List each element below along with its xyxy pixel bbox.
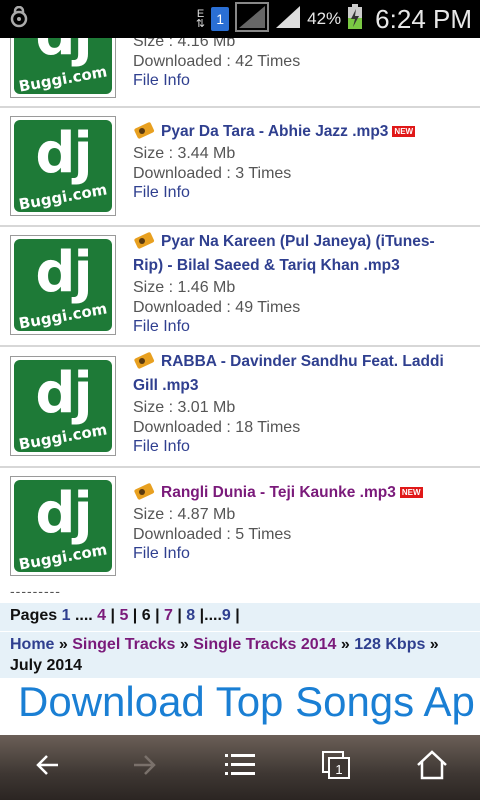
divider-dashes: --------- [10,583,61,599]
track-title-link[interactable]: RABBA - Davinder Sandhu Feat. Laddi Gill… [133,350,463,398]
ad-banner-text[interactable]: Download Top Songs Ap [18,678,475,726]
clock: 6:24 PM [375,3,472,34]
file-info-link[interactable]: File Info [133,437,463,457]
pages-label: Pages [10,607,58,624]
breadcrumb: Home » Singel Tracks » Single Tracks 201… [0,632,480,678]
file-info-link[interactable]: File Info [133,71,463,91]
track-downloads: Downloaded : 3 Times [133,164,292,182]
track-info: Pyar Da Tara - Abhie Jazz .mp3 NEW Size :… [133,120,463,203]
mp3-icon [133,351,155,369]
track-list: dj Buggi.com Size : 4.16 Mb Downloaded :… [0,38,480,735]
djbuggi-logo: dj Buggi.com [14,120,112,212]
pagination: Pages 1 .... 4 | 5 | 6 | 7 | 8 |....9 | [0,603,480,631]
page-link-4[interactable]: 4 [97,607,106,624]
mp3-icon [133,231,155,249]
track-info: Pyar Na Kareen (Pul Janeya) (iTunes-Rip)… [133,230,463,337]
page-link-7[interactable]: 7 [164,607,173,624]
file-info-link[interactable]: File Info [133,317,463,337]
arrow-right-icon [130,751,158,784]
tabs-icon: 1 [321,750,351,785]
track-size: Size : 4.87 Mb [133,506,236,523]
breadcrumb-128-kbps[interactable]: 128 Kbps [354,636,425,653]
mp3-icon [133,482,155,500]
page-link-5[interactable]: 5 [119,607,128,624]
djbuggi-logo: dj Buggi.com [14,480,112,572]
track-downloads: Downloaded : 18 Times [133,418,301,436]
back-button[interactable] [0,735,96,800]
row-divider [0,106,480,108]
page-link-8[interactable]: 8 [186,607,195,624]
track-title-link[interactable]: Rangli Dunia - Teji Kaunke .mp3 NEW [133,481,463,505]
track-thumbnail[interactable]: dj Buggi.com [10,235,116,335]
sim-icon: 1 [211,7,230,31]
djbuggi-logo: dj Buggi.com [14,239,112,331]
list-menu-icon [225,752,255,783]
track-thumbnail[interactable]: dj Buggi.com [10,38,116,98]
page-current: 6 [141,607,151,624]
pages-ellipsis: .... [204,607,222,624]
track-downloads: Downloaded : 49 Times [133,298,301,316]
cell-signal-icon [275,5,301,34]
battery-charging-icon [347,3,363,35]
track-size: Size : 4.16 Mb [133,38,236,50]
breadcrumb-current: July 2014 [10,657,83,674]
mp3-icon [133,121,155,139]
breadcrumb-home[interactable]: Home [10,636,54,653]
row-divider [0,466,480,468]
track-size: Size : 1.46 Mb [133,279,236,296]
browser-nav-bar: 1 [0,735,480,800]
page-link-1[interactable]: 1 [62,607,71,624]
track-downloads: Downloaded : 42 Times [133,52,301,70]
track-thumbnail[interactable]: dj Buggi.com [10,476,116,576]
wifi-signal-icon [235,1,270,37]
home-icon [416,750,448,785]
row-divider [0,225,480,227]
track-thumbnail[interactable]: dj Buggi.com [10,356,116,456]
track-title-link[interactable]: Pyar Na Kareen (Pul Janeya) (iTunes-Rip)… [133,230,463,278]
track-info: RABBA - Davinder Sandhu Feat. Laddi Gill… [133,350,463,457]
battery-percent: 42% [307,9,342,28]
lock-icon [8,5,30,33]
row-divider [0,345,480,347]
track-info: Size : 4.16 Mb Downloaded : 42 Times Fil… [133,38,463,91]
new-badge: NEW [399,487,423,499]
svg-text:1: 1 [335,762,342,777]
forward-button[interactable] [96,735,192,800]
menu-button[interactable] [192,735,288,800]
tabs-button[interactable]: 1 [288,735,384,800]
new-badge: NEW [392,126,416,138]
arrow-left-icon [34,751,62,784]
track-thumbnail[interactable]: dj Buggi.com [10,116,116,216]
breadcrumb-singel-tracks[interactable]: Singel Tracks [72,636,175,653]
page-link-9[interactable]: 9 [222,607,231,624]
djbuggi-logo: dj Buggi.com [14,38,112,94]
pages-ellipsis: .... [70,607,98,624]
track-size: Size : 3.44 Mb [133,145,236,162]
djbuggi-logo: dj Buggi.com [14,360,112,452]
track-size: Size : 3.01 Mb [133,399,236,416]
data-arrows-icon: E ⇅ [195,8,206,30]
home-button[interactable] [384,735,480,800]
track-title-link[interactable]: Pyar Da Tara - Abhie Jazz .mp3 NEW [133,120,463,144]
status-bar: E ⇅ 1 42% 6:24 PM [0,0,480,38]
track-downloads: Downloaded : 5 Times [133,525,292,543]
track-info: Rangli Dunia - Teji Kaunke .mp3 NEW Size … [133,481,463,564]
file-info-link[interactable]: File Info [133,183,463,203]
breadcrumb-single-tracks-2014[interactable]: Single Tracks 2014 [193,636,336,653]
file-info-link[interactable]: File Info [133,544,463,564]
